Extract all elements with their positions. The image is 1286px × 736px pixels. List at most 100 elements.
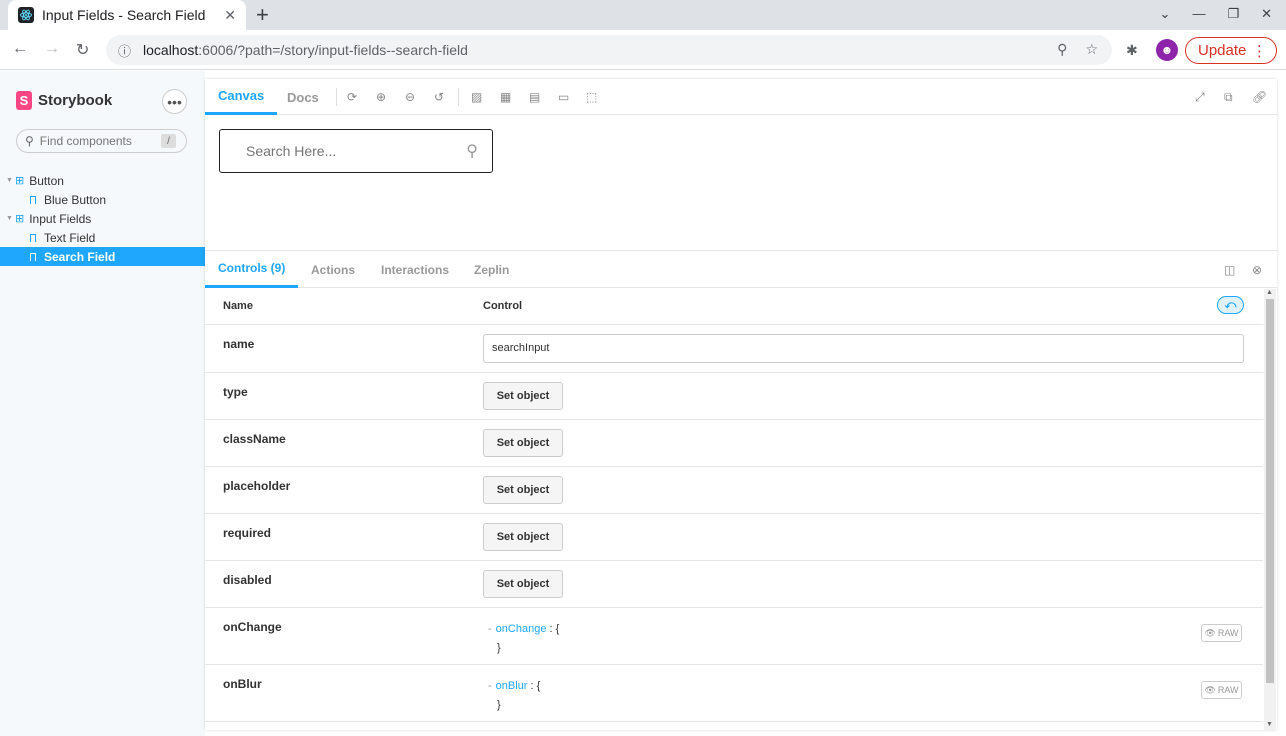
- table-row: type Set object: [205, 373, 1263, 420]
- table-header: Name Control ⤺: [205, 288, 1263, 325]
- open-new-tab-icon[interactable]: ⧉: [1224, 90, 1233, 105]
- zoom-out-icon[interactable]: ⊖: [405, 90, 415, 104]
- close-tab-icon[interactable]: ✕: [224, 7, 236, 24]
- update-button[interactable]: Update ⋮: [1185, 37, 1277, 64]
- set-object-button[interactable]: Set object: [483, 570, 563, 598]
- storybook-logo-icon: S: [16, 91, 32, 110]
- set-object-button[interactable]: Set object: [483, 476, 563, 504]
- collapse-icon[interactable]: -: [488, 680, 492, 692]
- object-close: }: [497, 699, 501, 711]
- extensions-icon[interactable]: ✱: [1126, 42, 1138, 59]
- tab-actions[interactable]: Actions: [298, 251, 368, 288]
- reset-controls-icon[interactable]: ⤺: [1217, 296, 1244, 314]
- measure-icon[interactable]: ▭: [558, 90, 569, 104]
- tab-search-icon[interactable]: ⌄: [1160, 6, 1171, 22]
- brand[interactable]: S Storybook: [16, 91, 112, 110]
- raw-toggle-button[interactable]: 👁︎ RAW: [1201, 624, 1242, 642]
- col-name-header: Name: [223, 300, 253, 312]
- remount-icon[interactable]: ⟳: [347, 90, 357, 104]
- scroll-down-icon[interactable]: ▼: [1266, 721, 1273, 728]
- scroll-up-icon[interactable]: ▲: [1266, 289, 1273, 296]
- object-key: onChange: [495, 623, 547, 635]
- scroll-thumb[interactable]: [1266, 299, 1274, 683]
- minimize-icon[interactable]: —: [1192, 6, 1205, 22]
- tab-docs[interactable]: Docs: [274, 79, 332, 115]
- search-here-input[interactable]: [246, 143, 467, 159]
- tree-story-text-field[interactable]: Text Field: [0, 228, 205, 247]
- object-open: : {: [527, 680, 541, 692]
- url-host: localhost: [143, 42, 199, 58]
- story-tree: ▼ ⊞ Button Blue Button ▼ ⊞ Input Fields …: [0, 171, 205, 266]
- close-panel-icon[interactable]: ⊗: [1252, 263, 1262, 277]
- tab-title: Input Fields - Search Field: [42, 7, 206, 23]
- tab-canvas[interactable]: Canvas: [205, 79, 278, 115]
- browser-tab[interactable]: Input Fields - Search Field ✕: [8, 0, 246, 30]
- table-row: placeholder Set object: [205, 467, 1263, 514]
- panel-orientation-icon[interactable]: ◫: [1224, 263, 1235, 277]
- controls-table: Name Control ⤺ name searchInput type Set…: [205, 288, 1263, 731]
- object-open: : {: [546, 623, 560, 635]
- object-control[interactable]: - onChange : { }: [488, 620, 559, 658]
- set-object-button[interactable]: Set object: [483, 429, 563, 457]
- prop-name: onChange: [223, 620, 282, 634]
- address-bar[interactable]: ⓘ localhost:6006/?path=/story/input-fiel…: [106, 35, 1112, 65]
- controls-scrollbar[interactable]: ▲ ▼: [1264, 289, 1276, 730]
- set-object-button[interactable]: Set object: [483, 382, 563, 410]
- zoom-icon[interactable]: ⚲: [1057, 41, 1067, 58]
- forward-icon[interactable]: →: [44, 40, 60, 58]
- tree-story-blue-button[interactable]: Blue Button: [0, 190, 205, 209]
- addon-tabs: Controls (9) Actions Interactions Zeplin…: [205, 251, 1277, 288]
- table-row: required Set object: [205, 514, 1263, 561]
- object-control[interactable]: - onBlur : { }: [488, 677, 540, 715]
- react-favicon-icon: [18, 7, 34, 23]
- update-label: Update: [1198, 42, 1247, 59]
- tree-group-input-fields[interactable]: ▼ ⊞ Input Fields: [0, 209, 205, 228]
- bookmark-star-icon[interactable]: ☆: [1085, 41, 1098, 58]
- tree-label: Search Field: [44, 249, 116, 264]
- table-row: name searchInput: [205, 325, 1263, 373]
- collapse-icon[interactable]: -: [488, 623, 492, 635]
- set-object-button[interactable]: Set object: [483, 523, 563, 551]
- search-field-component[interactable]: ⚲: [219, 129, 493, 173]
- site-info-icon[interactable]: ⓘ: [118, 41, 131, 60]
- tree-label: Input Fields: [29, 211, 92, 226]
- copy-link-icon[interactable]: 🔗︎: [1252, 90, 1267, 104]
- raw-toggle-button[interactable]: 👁︎ RAW: [1201, 681, 1242, 699]
- reset-zoom-icon[interactable]: ↺: [434, 90, 444, 104]
- profile-avatar[interactable]: ☻: [1156, 39, 1178, 61]
- bookmark-icon: [30, 233, 36, 242]
- eye-icon: 👁︎: [1204, 684, 1216, 695]
- prop-name: type: [223, 385, 248, 399]
- addons-panel: Controls (9) Actions Interactions Zeplin…: [205, 250, 1277, 730]
- back-icon[interactable]: ←: [12, 40, 28, 58]
- restore-icon[interactable]: ❐: [1227, 6, 1239, 22]
- find-components-input[interactable]: [39, 134, 150, 148]
- component-icon: ⊞: [15, 175, 25, 187]
- eye-icon: 👁︎: [1204, 627, 1216, 638]
- close-window-icon[interactable]: ✕: [1261, 6, 1272, 22]
- background-icon[interactable]: ▨: [471, 90, 482, 104]
- tab-zeplin[interactable]: Zeplin: [461, 251, 522, 288]
- tab-controls[interactable]: Controls (9): [205, 251, 299, 288]
- fullscreen-icon[interactable]: ⤢: [1195, 90, 1205, 105]
- search-icon: ⚲: [25, 134, 34, 148]
- collapse-caret-icon: ▼: [6, 215, 13, 222]
- brand-name: Storybook: [38, 92, 113, 109]
- collapse-caret-icon: ▼: [6, 177, 13, 184]
- tree-story-search-field[interactable]: Search Field: [0, 247, 205, 266]
- tab-interactions[interactable]: Interactions: [368, 251, 462, 288]
- storybook-toolbar: Canvas Docs ⟳ ⊕ ⊖ ↺ ▨ ▦ ▤ ▭ ⬚ ⤢ ⧉ 🔗︎: [205, 79, 1277, 115]
- zoom-in-icon[interactable]: ⊕: [376, 90, 386, 104]
- outline-icon[interactable]: ⬚: [586, 90, 597, 104]
- name-text-control[interactable]: searchInput: [483, 334, 1244, 363]
- new-tab-icon[interactable]: +: [256, 4, 269, 26]
- prop-name: name: [223, 337, 255, 351]
- reload-icon[interactable]: ↻: [76, 40, 89, 60]
- find-components-search[interactable]: ⚲ /: [16, 129, 187, 153]
- search-icon: ⚲: [466, 143, 478, 160]
- tree-group-button[interactable]: ▼ ⊞ Button: [0, 171, 205, 190]
- more-menu-icon[interactable]: ⋮: [1252, 42, 1267, 60]
- viewport-icon[interactable]: ▤: [529, 90, 540, 104]
- grid-icon[interactable]: ▦: [500, 90, 511, 104]
- sidebar-menu-button[interactable]: •••: [162, 89, 187, 114]
